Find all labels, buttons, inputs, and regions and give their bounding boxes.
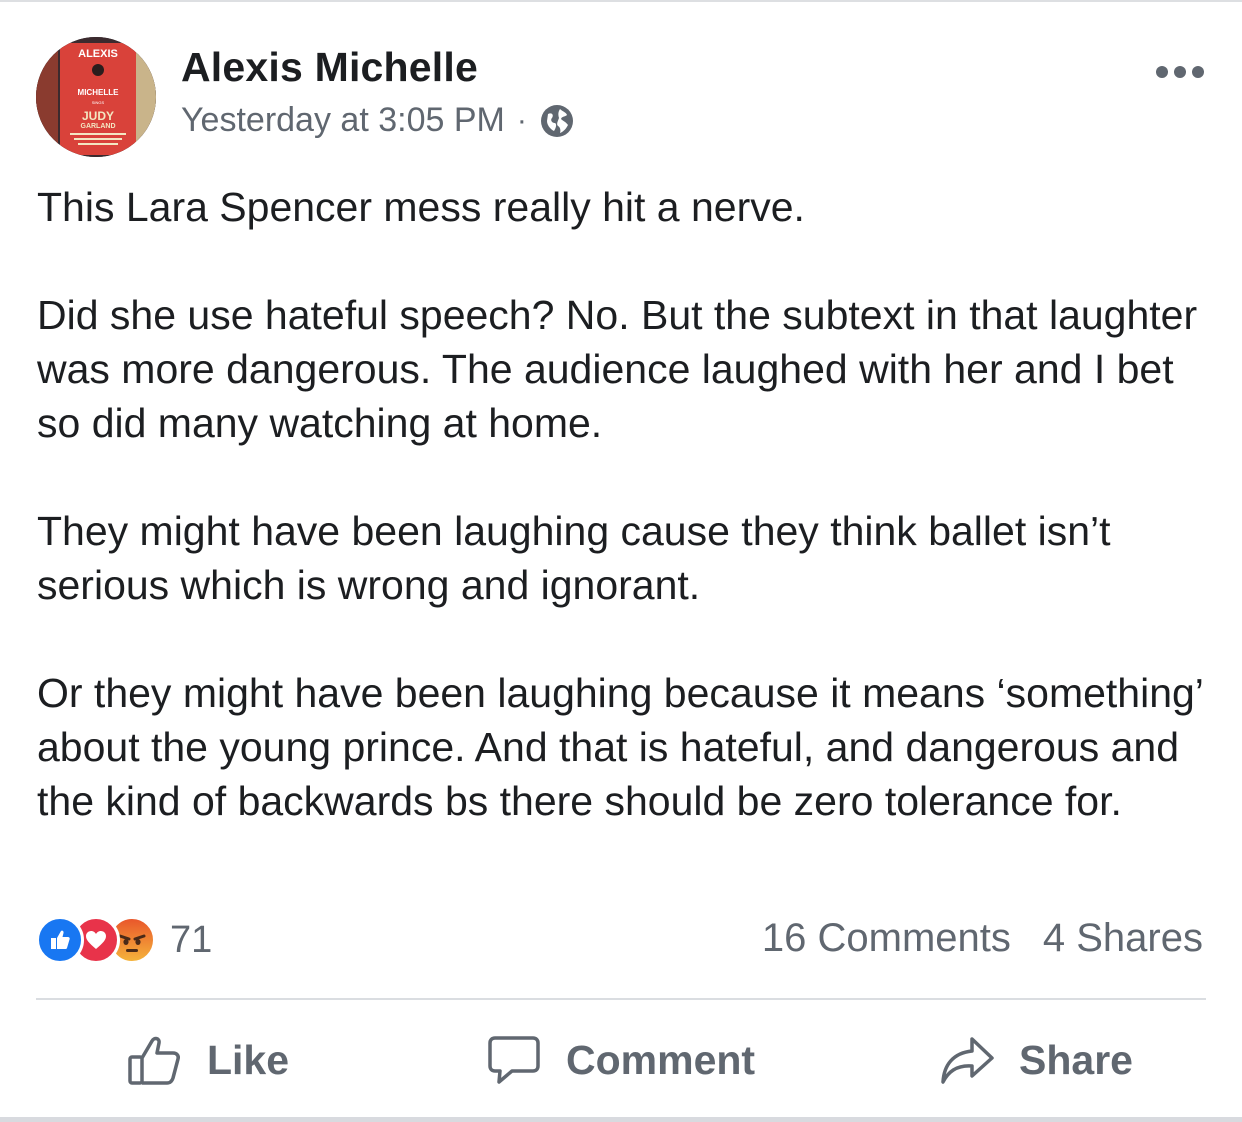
divider	[36, 998, 1206, 1000]
shares-count-link[interactable]: 4 Shares	[1043, 916, 1203, 961]
avatar-text-sings: SINGS	[92, 100, 105, 105]
post-paragraph: This Lara Spencer mess really hit a nerv…	[37, 184, 805, 230]
avatar-text-middle: MICHELLE	[78, 88, 120, 97]
top-border	[0, 0, 1242, 2]
comment-label: Comment	[566, 1036, 756, 1083]
reaction-summary[interactable]: 71	[36, 916, 212, 964]
share-arrow-icon	[939, 1032, 995, 1088]
comments-count-link[interactable]: 16 Comments	[762, 916, 1011, 961]
avatar-text-judy: JUDY	[82, 109, 114, 123]
post-body: This Lara Spencer mess really hit a nerv…	[37, 180, 1217, 828]
like-button[interactable]: Like	[127, 1030, 289, 1090]
avatar-text-top: ALEXIS	[78, 48, 118, 60]
post-paragraph: Did she use hateful speech? No. But the …	[37, 292, 1198, 446]
globe-icon[interactable]	[539, 103, 575, 139]
post-paragraph: They might have been laughing cause they…	[37, 508, 1111, 608]
avatar-image: ALEXIS MICHELLE SINGS JUDY GARLAND	[36, 37, 156, 157]
speech-bubble-icon	[486, 1032, 542, 1088]
thumbs-up-icon	[127, 1032, 183, 1088]
more-dot	[1174, 66, 1186, 78]
more-dot	[1192, 66, 1204, 78]
more-dot	[1156, 66, 1168, 78]
more-options-icon[interactable]	[1156, 66, 1204, 78]
like-label: Like	[207, 1036, 290, 1083]
engagement-counts: 16 Comments 4 Shares	[762, 916, 1203, 961]
bottom-border	[0, 1117, 1242, 1122]
like-reaction-icon	[36, 916, 84, 964]
share-label: Share	[1019, 1036, 1133, 1083]
post-timestamp[interactable]: Yesterday at 3:05 PM	[181, 101, 505, 140]
comment-button[interactable]: Comment	[486, 1030, 755, 1090]
avatar[interactable]: ALEXIS MICHELLE SINGS JUDY GARLAND	[36, 37, 156, 157]
share-button[interactable]: Share	[939, 1030, 1133, 1090]
meta-separator: ·	[516, 103, 527, 137]
post-paragraph: Or they might have been laughing because…	[37, 670, 1203, 824]
avatar-text-garland: GARLAND	[81, 123, 116, 130]
post-meta: Yesterday at 3:05 PM ·	[181, 101, 575, 140]
reaction-count: 71	[170, 918, 213, 961]
author-name[interactable]: Alexis Michelle	[181, 44, 478, 91]
